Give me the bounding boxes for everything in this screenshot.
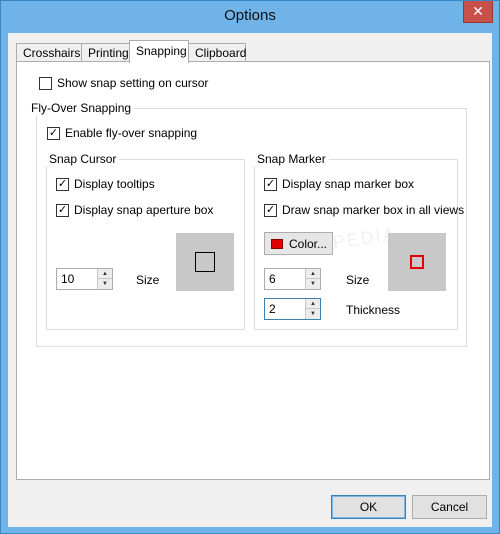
tab-snapping[interactable]: Snapping (129, 40, 189, 63)
display-aperture-label: Display snap aperture box (74, 203, 214, 217)
draw-all-views-label: Draw snap marker box in all views (282, 203, 465, 217)
color-button-label: Color... (289, 236, 328, 251)
marker-size-value[interactable]: 6 (269, 272, 276, 286)
marker-size-up-arrow-icon[interactable]: ▲ (305, 269, 320, 279)
marker-thickness-label: Thickness (346, 303, 401, 317)
marker-preview (388, 233, 446, 291)
snap-cursor-legend: Snap Cursor (46, 152, 120, 166)
cancel-button[interactable]: Cancel (412, 495, 487, 519)
title-bar[interactable]: Options ✕ (1, 1, 499, 33)
marker-size-label: Size (346, 273, 370, 287)
flyover-snapping-group: Fly-Over Snapping ✓ Enable fly-over snap… (28, 101, 467, 347)
marker-thickness-value[interactable]: 2 (269, 302, 276, 316)
window-title: Options (224, 7, 276, 24)
cursor-size-value[interactable]: 10 (61, 272, 74, 286)
display-tooltips-box[interactable]: ✓ (56, 177, 69, 191)
marker-box-icon (410, 255, 424, 269)
display-marker-box-label: Display snap marker box (282, 177, 415, 191)
options-window: Options ✕ Crosshairs Printing Snapping C… (0, 0, 500, 534)
close-icon: ✕ (472, 3, 484, 19)
show-snap-setting-label: Show snap setting on cursor (57, 76, 209, 90)
enable-flyover-box[interactable]: ✓ (47, 126, 60, 140)
display-tooltips-label: Display tooltips (74, 177, 155, 191)
tab-clipboard[interactable]: Clipboard (188, 43, 246, 62)
cursor-size-up-arrow-icon[interactable]: ▲ (97, 269, 112, 279)
show-snap-setting-box[interactable] (39, 76, 52, 90)
marker-thickness-spin-buttons: ▲ ▼ (305, 299, 320, 319)
marker-size-spinner[interactable]: 6 ▲ ▼ (264, 268, 321, 290)
snap-cursor-group: Snap Cursor ✓ Display tooltips ✓ Display… (46, 152, 245, 330)
marker-size-spin-buttons: ▲ ▼ (305, 269, 320, 289)
close-button[interactable]: ✕ (463, 1, 493, 23)
cursor-size-down-arrow-icon[interactable]: ▼ (97, 279, 112, 289)
color-swatch-icon (271, 238, 283, 249)
display-aperture-box[interactable]: ✓ (56, 203, 69, 217)
color-button[interactable]: Color... (264, 232, 333, 255)
display-marker-box-box[interactable]: ✓ (264, 177, 277, 191)
display-marker-box-checkbox[interactable]: ✓ Display snap marker box (264, 177, 414, 191)
enable-flyover-label: Enable fly-over snapping (65, 126, 198, 140)
marker-thickness-spinner[interactable]: 2 ▲ ▼ (264, 298, 321, 320)
aperture-preview (176, 233, 234, 291)
ok-button[interactable]: OK (331, 495, 406, 519)
enable-flyover-checkbox[interactable]: ✓ Enable fly-over snapping (47, 126, 197, 140)
snapping-tab-panel: SOFTPEDIA Show snap setting on cursor Fl… (16, 61, 490, 480)
flyover-snapping-legend: Fly-Over Snapping (28, 101, 135, 115)
snap-marker-legend: Snap Marker (254, 152, 329, 166)
aperture-box-icon (195, 252, 215, 272)
marker-thickness-down-arrow-icon[interactable]: ▼ (305, 309, 320, 319)
cursor-size-label: Size (136, 273, 160, 287)
cursor-size-spinner[interactable]: 10 ▲ ▼ (56, 268, 113, 290)
draw-all-views-box[interactable]: ✓ (264, 203, 277, 217)
tab-crosshairs[interactable]: Crosshairs (16, 43, 82, 62)
marker-size-down-arrow-icon[interactable]: ▼ (305, 279, 320, 289)
snap-marker-group: Snap Marker ✓ Display snap marker box ✓ … (254, 152, 464, 330)
display-aperture-checkbox[interactable]: ✓ Display snap aperture box (56, 203, 213, 217)
show-snap-setting-checkbox[interactable]: Show snap setting on cursor (39, 76, 208, 90)
tab-printing[interactable]: Printing (81, 43, 131, 62)
draw-all-views-checkbox[interactable]: ✓ Draw snap marker box in all views (264, 203, 464, 217)
dialog-client-area: Crosshairs Printing Snapping Clipboard S… (8, 33, 492, 527)
cursor-size-spin-buttons: ▲ ▼ (97, 269, 112, 289)
display-tooltips-checkbox[interactable]: ✓ Display tooltips (56, 177, 155, 191)
marker-thickness-up-arrow-icon[interactable]: ▲ (305, 299, 320, 309)
